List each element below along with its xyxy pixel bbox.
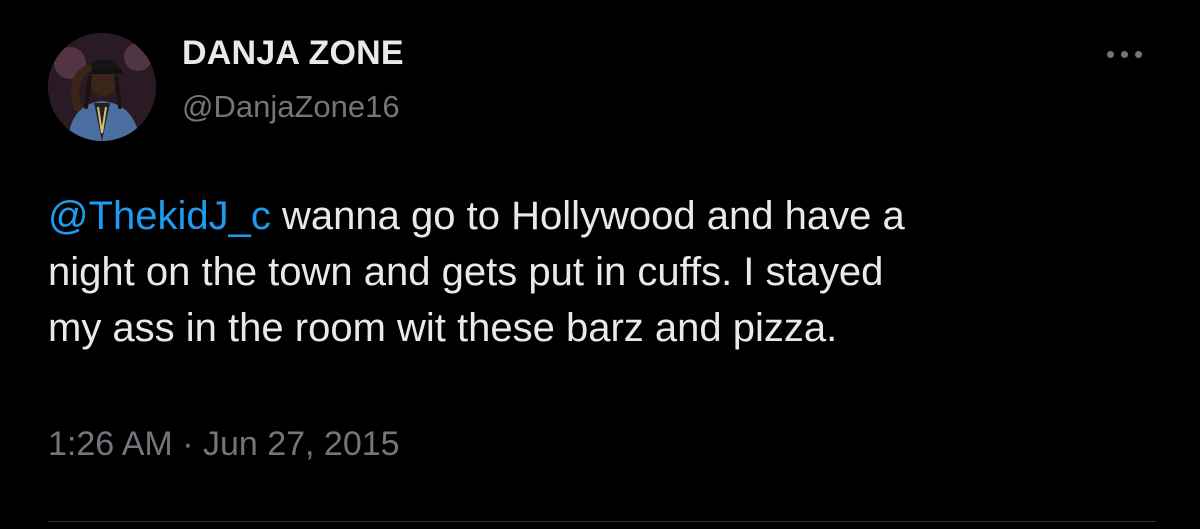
more-options-button[interactable] — [1096, 40, 1152, 68]
display-name[interactable]: DANJA ZONE — [182, 34, 404, 73]
more-horizontal-icon-dot-2 — [1120, 50, 1128, 58]
avatar[interactable] — [48, 33, 156, 141]
tweet-timestamp[interactable]: 1:26 AM · Jun 27, 2015 — [48, 425, 400, 464]
more-horizontal-icon-dot-3 — [1134, 50, 1142, 58]
divider — [48, 521, 1156, 522]
tweet-text: @ThekidJ_c wanna go to Hollywood and hav… — [48, 188, 1158, 356]
mention-link[interactable]: @ThekidJ_c — [48, 194, 271, 238]
more-horizontal-icon — [1106, 50, 1114, 58]
tweet-text-line-1-rest: wanna go to Hollywood and have a — [270, 194, 905, 238]
user-handle[interactable]: @DanjaZone16 — [182, 89, 400, 125]
tweet-text-line-3: my ass in the room wit these barz and pi… — [48, 306, 838, 350]
tweet-text-line-2: night on the town and gets put in cuffs.… — [48, 250, 884, 294]
tweet-text-line-1: @ThekidJ_c wanna go to Hollywood and hav… — [48, 188, 1158, 244]
tweet-card: DANJA ZONE @DanjaZone16 @ThekidJ_c wanna… — [0, 0, 1200, 529]
user-avatar-icon — [48, 33, 156, 141]
